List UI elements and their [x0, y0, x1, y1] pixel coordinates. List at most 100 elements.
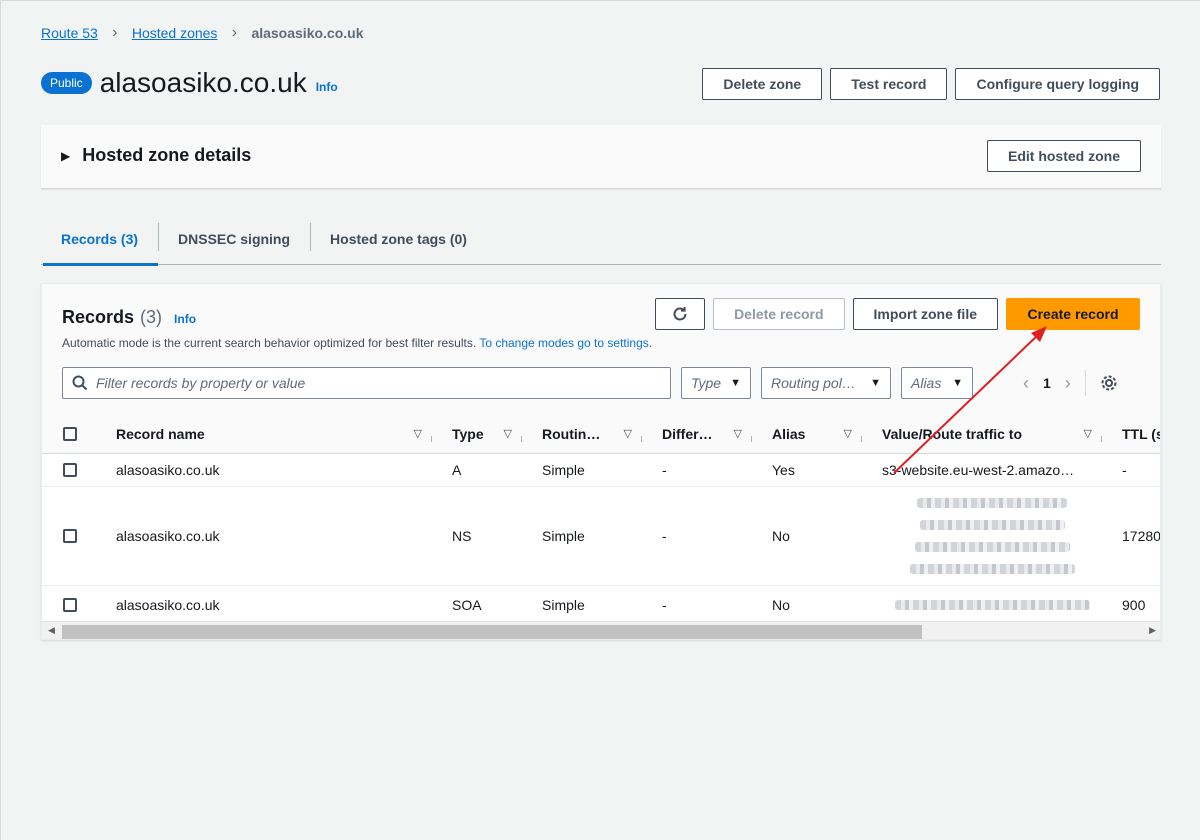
column-label: TTL (s: [1122, 425, 1161, 442]
hosted-zone-details-title: Hosted zone details: [82, 145, 252, 165]
tab-hosted-zone-tags[interactable]: Hosted zone tags (0): [310, 213, 487, 265]
table-row[interactable]: alasoasiko.co.uk SOA Simple - No 900: [42, 586, 1160, 624]
next-page-icon[interactable]: ›: [1065, 373, 1071, 394]
alias-filter-select[interactable]: Alias ▼: [901, 367, 973, 399]
column-value[interactable]: Value/Route traffic to ▽: [862, 426, 1102, 442]
records-table: Record name ▽ Type ▽ Routin… ▽ Differ… ▽ Ali…: [42, 414, 1161, 624]
cell-differentiator: -: [662, 528, 667, 544]
cell-record-name: alasoasiko.co.uk: [116, 462, 220, 478]
cell-type: SOA: [452, 596, 482, 613]
change-modes-link[interactable]: To change modes go to settings.: [479, 336, 652, 350]
sort-caret-icon: ▽: [1083, 428, 1092, 440]
cell-routing: Simple: [542, 528, 585, 544]
cell-alias: Yes: [772, 462, 795, 478]
column-label: Routin…: [542, 425, 601, 442]
tab-dnssec-signing[interactable]: DNSSEC signing: [158, 213, 310, 265]
breadcrumb-route53[interactable]: Route 53: [41, 25, 98, 41]
test-record-button[interactable]: Test record: [830, 68, 948, 100]
column-label: Differ…: [662, 425, 713, 442]
header-actions: Delete zone Test record Configure query …: [702, 68, 1160, 100]
scroll-right-icon[interactable]: ▶: [1149, 625, 1156, 636]
routing-policy-filter-select[interactable]: Routing pol… ▼: [761, 367, 891, 399]
column-routing-policy[interactable]: Routin… ▽: [522, 426, 642, 442]
delete-zone-button[interactable]: Delete zone: [702, 68, 823, 100]
redacted-text: [894, 599, 1090, 610]
cell-ttl: -: [1122, 462, 1127, 478]
search-input[interactable]: [96, 375, 656, 391]
records-description: Automatic mode is the current search beh…: [62, 336, 652, 350]
page-title: alasoasiko.co.uk: [99, 67, 307, 98]
chevron-right-icon: ›: [231, 24, 238, 41]
column-alias[interactable]: Alias ▽: [752, 426, 862, 442]
column-ttl[interactable]: TTL (s: [1102, 425, 1161, 442]
records-panel: Records (3) Info Automatic mode is the c…: [41, 283, 1161, 640]
caret-right-icon: ▶: [61, 148, 71, 163]
column-record-name[interactable]: Record name ▽: [96, 426, 432, 442]
info-link[interactable]: Info: [316, 80, 338, 94]
refresh-button[interactable]: [655, 298, 706, 330]
select-all-cell: [42, 426, 96, 441]
settings-gear-icon[interactable]: [1100, 374, 1118, 392]
edit-hosted-zone-button[interactable]: Edit hosted zone: [987, 140, 1141, 172]
routing-policy-filter-label: Routing pol…: [771, 375, 856, 391]
caret-down-icon: ▼: [952, 377, 963, 389]
scrollbar-thumb[interactable]: [62, 625, 922, 639]
caret-down-icon: ▼: [730, 377, 741, 389]
records-info-link[interactable]: Info: [174, 312, 196, 326]
hosted-zone-details-panel: ▶ Hosted zone details Edit hosted zone: [41, 125, 1161, 189]
search-field[interactable]: [62, 367, 671, 399]
redacted-text: [914, 542, 1070, 552]
sort-caret-icon: ▽: [733, 428, 742, 440]
cell-value: s3-website.eu-west-2.amazo…: [882, 462, 1075, 478]
sort-caret-icon: ▽: [843, 428, 852, 440]
cell-ttl: 17280: [1122, 528, 1161, 544]
previous-page-icon[interactable]: ‹: [1023, 373, 1029, 394]
row-checkbox[interactable]: [63, 529, 77, 543]
redacted-text: [917, 498, 1067, 508]
records-title: Records (3) Info: [62, 304, 196, 328]
pagination: ‹ 1 ›: [1023, 370, 1118, 396]
chevron-right-icon: ›: [112, 24, 118, 41]
records-title-text: Records: [62, 307, 135, 327]
configure-query-logging-button[interactable]: Configure query logging: [955, 68, 1160, 100]
refresh-icon: [673, 307, 687, 321]
breadcrumb-hosted-zones[interactable]: Hosted zones: [132, 25, 218, 41]
records-description-text: Automatic mode is the current search beh…: [62, 336, 477, 350]
type-filter-select[interactable]: Type ▼: [681, 367, 751, 399]
cell-record-name: alasoasiko.co.uk: [116, 596, 220, 613]
page-header: Public alasoasiko.co.uk Info: [41, 67, 338, 99]
tab-records[interactable]: Records (3): [41, 213, 159, 266]
cell-value-redacted: [862, 492, 1102, 580]
cell-differentiator: -: [662, 596, 667, 613]
sort-caret-icon: ▽: [623, 428, 632, 440]
hosted-zone-details-toggle[interactable]: ▶ Hosted zone details: [61, 145, 251, 166]
cell-type: NS: [452, 528, 472, 544]
import-zone-file-button[interactable]: Import zone file: [852, 298, 998, 330]
scroll-left-icon[interactable]: ◀: [48, 625, 55, 636]
cell-alias: No: [772, 528, 790, 544]
cell-record-name: alasoasiko.co.uk: [116, 528, 220, 544]
select-all-checkbox[interactable]: [63, 426, 77, 441]
caret-down-icon: ▼: [870, 377, 881, 389]
table-row[interactable]: alasoasiko.co.uk NS Simple - No 17280: [42, 487, 1161, 586]
current-page[interactable]: 1: [1043, 375, 1051, 391]
alias-filter-label: Alias: [911, 375, 942, 391]
row-checkbox[interactable]: [63, 597, 77, 612]
row-checkbox[interactable]: [63, 463, 77, 477]
sort-caret-icon: ▽: [503, 428, 512, 440]
table-row[interactable]: alasoasiko.co.uk A Simple - Yes s3-websi…: [42, 454, 1160, 487]
public-badge: Public: [41, 72, 92, 94]
redacted-text: [919, 520, 1065, 530]
column-type[interactable]: Type ▽: [432, 426, 522, 442]
type-filter-label: Type: [691, 375, 722, 391]
delete-record-button[interactable]: Delete record: [713, 298, 845, 330]
horizontal-scrollbar[interactable]: ◀ ▶: [42, 621, 1160, 639]
cell-differentiator: -: [662, 462, 667, 478]
pager-divider: [1084, 370, 1086, 396]
column-differentiator[interactable]: Differ… ▽: [642, 426, 752, 442]
records-actions: Delete record Import zone file Create re…: [655, 298, 1140, 330]
create-record-button[interactable]: Create record: [1006, 298, 1140, 330]
breadcrumb-current: alasoasiko.co.uk: [251, 25, 364, 41]
cell-routing: Simple: [542, 596, 585, 613]
column-label: Type: [452, 425, 484, 442]
